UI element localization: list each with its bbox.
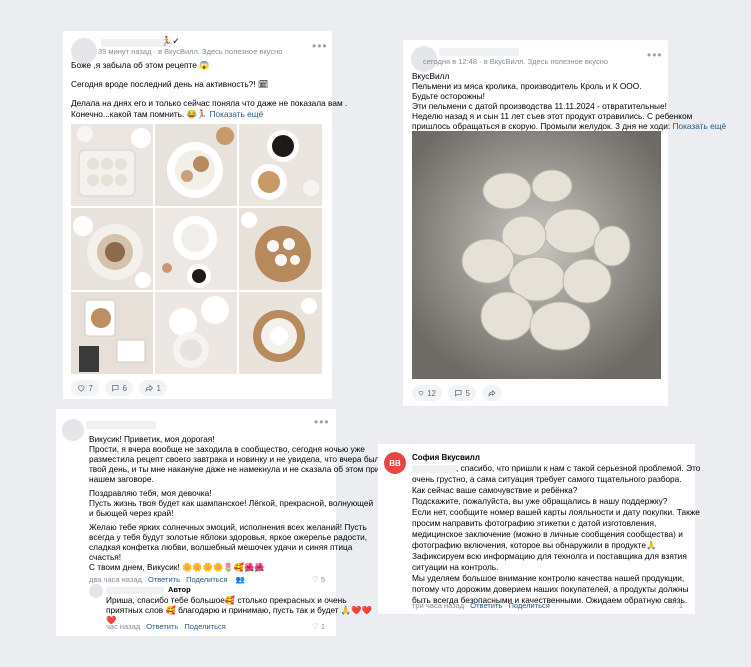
photo-1[interactable] — [71, 124, 153, 206]
show-more-link[interactable]: Показать ещё — [210, 109, 264, 119]
comment-actions: два часа назад Ответить Поделиться 👥 — [89, 575, 245, 584]
post-time[interactable]: 39 минут назад — [98, 47, 151, 56]
comment-card-brand-reply: ВВ София Вкусвилл , спасибо, что пришли … — [378, 444, 700, 614]
photo-7[interactable] — [71, 292, 153, 374]
commenter-name[interactable] — [86, 421, 156, 429]
post-meta: 39 минут назад · в ВкусВилл. Здесь полез… — [98, 47, 283, 56]
dumplings-photo[interactable] — [412, 131, 661, 379]
share-link[interactable]: Поделиться — [186, 575, 227, 584]
author-name[interactable] — [439, 48, 519, 56]
show-more-link[interactable]: Показать ещё — [673, 121, 727, 131]
comment-time[interactable]: два часа назад — [89, 575, 142, 584]
reply-avatar[interactable] — [89, 584, 103, 598]
post-card-recipe: 🏃✓ 39 минут назад · в ВкусВилл. Здесь по… — [63, 31, 347, 399]
post-meta: сегодня в 12:48 · в ВкусВилл. Здесь поле… — [423, 57, 609, 66]
like-count: 7 — [88, 383, 93, 393]
comment-card-birthday: ••• Викусик! Приветик, моя дорогая! Прос… — [56, 409, 379, 636]
photo-5[interactable] — [155, 208, 237, 290]
heart-icon — [78, 385, 85, 392]
comment-likes[interactable]: ♡ 5 — [312, 575, 325, 584]
reply-reply-link[interactable]: Ответить — [146, 622, 178, 631]
reply-actions: час назад Ответить Поделиться — [106, 622, 226, 631]
share-link[interactable]: Поделиться — [508, 601, 549, 610]
photo-9[interactable] — [239, 292, 322, 374]
heart-icon: ♡ — [312, 622, 319, 631]
comment-actions: три часа назад Ответить Поделиться — [412, 601, 550, 610]
like-count: 12 — [427, 388, 436, 398]
like-button[interactable]: 12 — [412, 385, 442, 401]
comment-button[interactable]: 5 — [448, 385, 476, 401]
reply-time[interactable]: час назад — [106, 622, 140, 631]
comment-icon — [455, 390, 462, 397]
reply-link[interactable]: Ответить — [148, 575, 180, 584]
share-icon — [145, 384, 153, 393]
photo-6[interactable] — [239, 208, 322, 290]
reply-likes[interactable]: ♡ 1 — [312, 622, 325, 631]
commenter-name[interactable]: София Вкусвилл — [412, 453, 480, 462]
brand-avatar[interactable]: ВВ — [384, 452, 406, 474]
post-card-complaint: сегодня в 12:48 · в ВкусВилл. Здесь поле… — [403, 40, 726, 406]
more-options-icon[interactable]: ••• — [314, 415, 330, 429]
photo-8[interactable] — [155, 292, 237, 374]
share-count: 1 — [156, 383, 161, 393]
reply-author-name[interactable] — [106, 587, 164, 594]
comment-icon — [112, 385, 119, 392]
reply-share-link[interactable]: Поделиться — [184, 622, 225, 631]
post-time[interactable]: сегодня в 12:48 — [423, 57, 477, 66]
mentioned-user[interactable] — [412, 464, 456, 473]
comment-button[interactable]: 6 — [105, 380, 133, 396]
heart-icon — [418, 391, 424, 396]
reply-link[interactable]: Ответить — [470, 601, 502, 610]
comment-time[interactable]: три часа назад — [412, 601, 464, 610]
like-button[interactable]: 7 — [71, 380, 99, 396]
photo-4[interactable] — [71, 208, 153, 290]
share-button[interactable] — [482, 385, 502, 401]
share-button[interactable]: 1 — [139, 380, 167, 396]
more-options-icon[interactable]: ••• — [647, 48, 663, 62]
heart-icon: ♡ — [312, 575, 319, 584]
reply-author-badge: Автор — [168, 585, 191, 594]
commenter-avatar[interactable] — [62, 419, 84, 441]
heart-icon: ♡ — [670, 601, 677, 610]
reaction-avatars: 👥 — [235, 575, 245, 584]
author-badge-icon: 🏃✓ — [161, 36, 180, 46]
comment-count: 6 — [122, 383, 127, 393]
post-source[interactable]: в ВкусВилл. Здесь полезное вкусно — [484, 57, 608, 66]
share-icon — [488, 389, 496, 397]
photo-3[interactable] — [239, 124, 322, 206]
more-options-icon[interactable]: ••• — [312, 39, 328, 53]
post-source[interactable]: в ВкусВилл. Здесь полезное вкусно — [158, 47, 282, 56]
photo-2[interactable] — [155, 124, 237, 206]
comment-count: 5 — [465, 388, 470, 398]
comment-likes[interactable]: ♡ 1 — [670, 601, 683, 610]
